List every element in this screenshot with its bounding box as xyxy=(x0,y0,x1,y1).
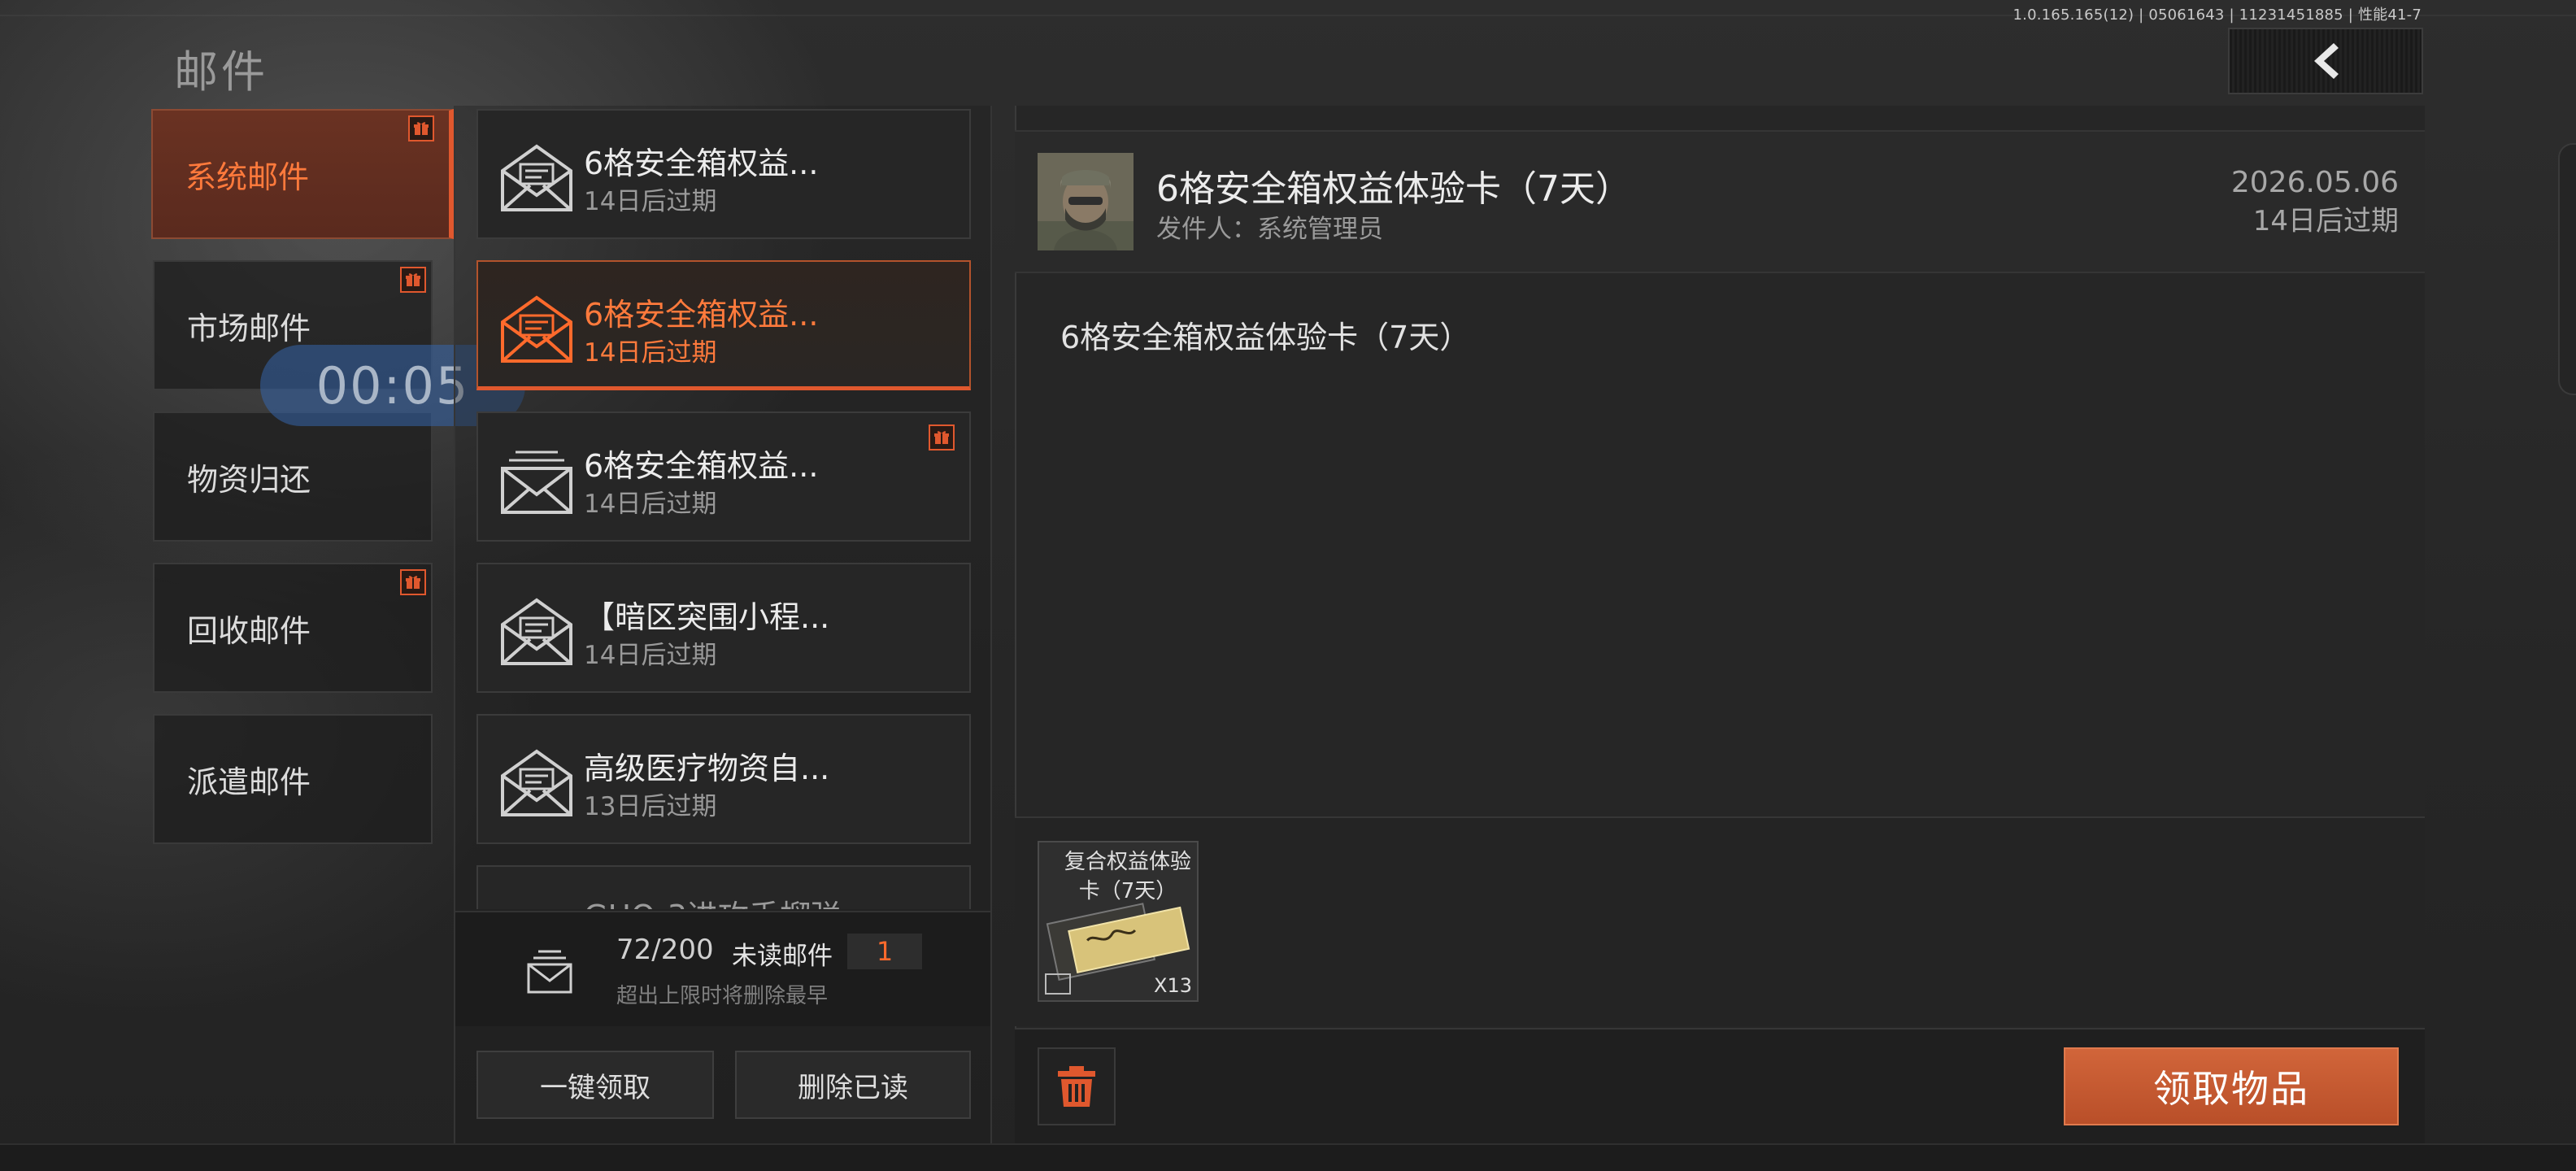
mail-expiry: 13日后过期 xyxy=(584,792,717,821)
envelope-open-icon xyxy=(501,749,572,816)
unread-label: 未读邮件 xyxy=(732,942,833,971)
envelope-unread-icon xyxy=(501,451,572,514)
sender-avatar xyxy=(1038,153,1134,250)
envelope-stack-icon xyxy=(527,950,572,994)
category-label: 市场邮件 xyxy=(187,310,311,346)
mail-subject: 6格安全箱权益体验卡（7天） xyxy=(1156,168,1631,210)
back-button[interactable] xyxy=(2228,28,2423,94)
mail-item[interactable]: 【暗区突围小程... 14日后过期 xyxy=(476,563,971,693)
attachment-item[interactable]: 复合权益体验卡（7天） X13 xyxy=(1038,841,1199,1002)
category-system-mail[interactable]: 系统邮件 xyxy=(151,109,454,239)
mail-item-partial[interactable]: GHO-3进攻手榴弹 xyxy=(476,865,971,909)
gift-icon xyxy=(408,115,434,141)
category-label: 物资归还 xyxy=(187,461,311,498)
gift-icon xyxy=(400,569,426,595)
mail-item[interactable]: 高级医疗物资自... 13日后过期 xyxy=(476,714,971,844)
mail-expiry: 14日后过期 xyxy=(584,338,717,368)
gift-icon xyxy=(929,424,955,451)
bottom-bar xyxy=(0,1143,2576,1171)
version-info: 1.0.165.165(12) | 05061643 | 11231451885… xyxy=(2012,7,2422,24)
category-label: 派遣邮件 xyxy=(187,764,311,800)
mail-body: 6格安全箱权益体验卡（7天） xyxy=(1060,320,1471,355)
mail-title: 高级医疗物资自... xyxy=(584,751,830,786)
attachment-area xyxy=(1015,816,2425,1026)
mail-title: 6格安全箱权益... xyxy=(584,297,819,333)
envelope-open-icon xyxy=(501,144,572,211)
mail-summary: 72/200 未读邮件 1 超出上限时将删除最早 xyxy=(455,911,990,1026)
page-title: 邮件 xyxy=(174,46,268,98)
mail-title: 【暗区突围小程... xyxy=(584,599,830,635)
mail-item-selected[interactable]: 6格安全箱权益... 14日后过期 xyxy=(476,260,971,390)
mail-item[interactable]: 6格安全箱权益... 14日后过期 xyxy=(476,109,971,239)
delete-read-button[interactable]: 删除已读 xyxy=(735,1051,971,1119)
mail-expiry: 14日后过期 xyxy=(584,490,717,519)
category-label: 系统邮件 xyxy=(185,159,310,195)
envelope-open-icon xyxy=(501,598,572,665)
attachment-name: 复合权益体验卡（7天） xyxy=(1064,850,1191,903)
trash-icon xyxy=(1058,1066,1095,1107)
mail-item[interactable]: 6格安全箱权益... 14日后过期 xyxy=(476,411,971,542)
envelope-open-icon xyxy=(501,295,572,363)
claim-all-button[interactable]: 一键领取 xyxy=(476,1051,714,1119)
limit-note: 超出上限时将删除最早 xyxy=(616,984,829,1008)
chevron-left-icon xyxy=(2314,43,2339,79)
category-dispatch-mail[interactable]: 派遣邮件 xyxy=(153,714,433,844)
mail-title: 6格安全箱权益... xyxy=(584,448,819,484)
mail-title: 6格安全箱权益... xyxy=(584,146,819,181)
category-label: 回收邮件 xyxy=(187,612,311,649)
mail-sender: 发件人：系统管理员 xyxy=(1156,215,1383,244)
mail-title: GHO-3进攻手榴弹 xyxy=(584,891,842,909)
claim-items-button[interactable]: 领取物品 xyxy=(2064,1047,2399,1125)
mail-date: 2026.05.06 xyxy=(2230,166,2399,199)
unread-count-badge: 1 xyxy=(847,934,922,969)
attachment-quantity: X13 xyxy=(1154,974,1192,997)
delete-mail-button[interactable] xyxy=(1038,1047,1116,1125)
category-supply-return[interactable]: 物资归还 xyxy=(153,411,433,542)
side-handle[interactable] xyxy=(2558,143,2576,395)
gift-icon xyxy=(400,267,426,293)
category-recycle-mail[interactable]: 回收邮件 xyxy=(153,563,433,693)
mail-expiry: 14日后过期 xyxy=(584,641,717,670)
mail-count: 72/200 xyxy=(616,934,714,966)
mail-expiry: 14日后过期 xyxy=(584,187,717,216)
mail-detail-expiry: 14日后过期 xyxy=(2252,205,2399,237)
